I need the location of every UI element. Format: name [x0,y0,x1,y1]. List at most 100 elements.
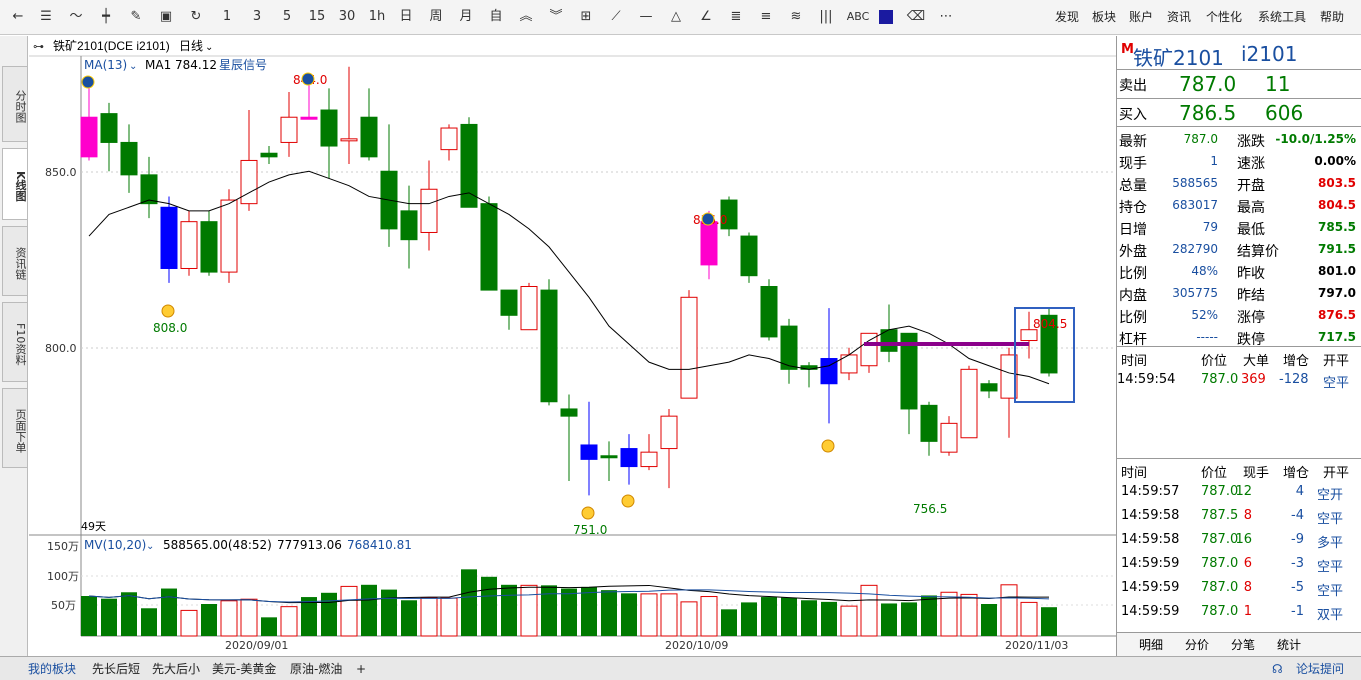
tab-f10[interactable]: F10资料 [2,302,27,382]
candle[interactable] [480,203,498,291]
period-1[interactable]: 1 [220,7,234,27]
candle[interactable] [920,404,938,442]
period-1h[interactable]: 1h [366,7,388,27]
kline-chart-area[interactable]: ⊶ 铁矿2101(DCE i2101) 日线 ⌄ MA(13) ⌄ MA1 78… [29,36,1116,656]
tab-news-chain[interactable]: 资讯链 [2,226,27,296]
forum-link[interactable]: 论坛提问 [1296,660,1344,678]
smiley-icon-1[interactable] [161,304,175,318]
candle[interactable] [220,199,238,273]
bottom-tab-usd-gold[interactable]: 美元-美黄金 [212,660,276,678]
tick-row[interactable]: 14:59:58 787.5 8 -4 空平 [1117,508,1361,532]
candle[interactable] [760,285,778,338]
candle[interactable] [400,210,418,241]
bottom-tab-long-short[interactable]: 先长后短 [92,660,140,678]
symbol-dropdown-icon[interactable]: ⊶ [33,40,44,53]
tick-row[interactable]: 14:59:59 787.0 8 -5 空平 [1117,580,1361,604]
tick-row[interactable]: 14:59:57 787.0 12 4 空开 [1117,484,1361,508]
tab-price-dist[interactable]: 分价 [1185,636,1209,653]
back-icon[interactable]: ← [8,7,28,27]
candle[interactable] [560,408,578,417]
candle[interactable] [660,415,678,450]
candle[interactable] [740,235,758,277]
menu-help[interactable]: 帮助 [1320,7,1344,27]
menu-system-tools[interactable]: 系统工具 [1258,7,1306,27]
wave-icon[interactable]: ≋ [786,7,806,27]
candle[interactable] [680,296,698,399]
chevron-down-icon[interactable]: ⌄ [205,42,213,53]
period-3[interactable]: 3 [250,7,264,27]
candle[interactable] [340,138,358,142]
signal-icon-3[interactable] [701,212,715,226]
candle[interactable] [300,116,318,120]
candle[interactable] [1020,329,1038,342]
ma-label[interactable]: MA(13) [84,58,127,72]
vol-chevron-icon[interactable]: ⌄ [146,541,154,552]
ma-chevron-icon[interactable]: ⌄ [129,61,137,72]
menu-personalize[interactable]: 个性化 [1206,7,1242,27]
gann-icon[interactable]: ∠ [696,7,716,27]
smiley-icon-3[interactable] [621,494,635,508]
triangle-icon[interactable]: △ [666,7,686,27]
period-15[interactable]: 15 [306,7,328,27]
draw-line-icon[interactable]: ⟋ [606,7,626,27]
buy-price[interactable]: 786.5 [1179,101,1236,125]
tab-stats[interactable]: 统计 [1277,636,1301,653]
sell-price[interactable]: 787.0 [1179,72,1236,96]
candle[interactable] [420,188,438,233]
candle[interactable] [540,289,558,403]
signal-label[interactable]: 星辰信号 [219,58,267,72]
eraser-icon[interactable]: ⌫ [906,7,926,27]
candle[interactable] [240,159,258,205]
candle[interactable] [120,141,138,176]
tab-detail[interactable]: 明细 [1139,636,1163,653]
chart-period[interactable]: 日线 [179,39,203,53]
period-month[interactable]: 月 [456,7,476,27]
vol-header[interactable]: MV(10,20) [84,538,146,552]
tab-time-chart[interactable]: 分时图 [2,66,27,142]
period-day[interactable]: 日 [396,7,416,27]
candle[interactable] [520,285,538,331]
tick-row[interactable]: 14:59:58 787.0 16 -9 多平 [1117,532,1361,556]
channel-icon[interactable]: ≡ [756,7,776,27]
candle[interactable] [980,383,998,392]
menu-account[interactable]: 账户 [1129,7,1153,27]
candle[interactable] [80,116,98,158]
bigtrade-row[interactable]: 14:59:54 787.0 369 -128 空平 [1117,372,1361,392]
list-icon[interactable]: ☰ [36,7,56,27]
candle[interactable] [460,123,478,208]
candle[interactable] [960,368,978,439]
period-5[interactable]: 5 [280,7,294,27]
candle[interactable] [180,221,198,269]
bottom-tab-big-small[interactable]: 先大后小 [152,660,200,678]
cycle-icon[interactable]: ||| [816,7,836,27]
candle[interactable] [780,325,798,370]
candle[interactable] [700,221,718,266]
candle[interactable] [860,332,878,367]
fibonacci-icon[interactable]: ≣ [726,7,746,27]
candle[interactable] [160,206,178,269]
chart-title[interactable]: 铁矿2101(DCE i2101) [53,39,170,53]
period-30[interactable]: 30 [336,7,358,27]
sell-row[interactable]: 卖出 787.0 11 [1117,72,1361,96]
buy-row[interactable]: 买入 786.5 606 [1117,101,1361,125]
candle[interactable] [280,116,298,143]
signal-icon-2[interactable] [301,72,315,86]
add-tab-button[interactable]: + [356,660,366,678]
zoom-out-icon[interactable]: ︾ [546,7,566,27]
candle[interactable] [940,422,958,453]
text-abc-icon[interactable]: ABC [844,7,872,27]
more-icon[interactable]: ⋯ [936,7,956,27]
tick-row[interactable]: 14:59:59 787.0 1 -1 双平 [1117,604,1361,628]
bottom-tab-oil-fuel[interactable]: 原油-燃油 [290,660,342,678]
line-chart-icon[interactable]: 〜 [66,7,86,27]
signal-icon-1[interactable] [81,75,95,89]
tab-order[interactable]: 页面下单 [2,388,27,468]
color-icon[interactable] [878,7,894,27]
save-icon[interactable]: ▣ [156,7,176,27]
candle[interactable] [100,113,118,143]
tab-kline-chart[interactable]: K线图 [2,148,27,220]
candle[interactable] [600,455,618,459]
candle[interactable] [580,444,598,460]
candle[interactable] [440,127,458,151]
forum-icon[interactable]: ☊ [1272,660,1283,678]
